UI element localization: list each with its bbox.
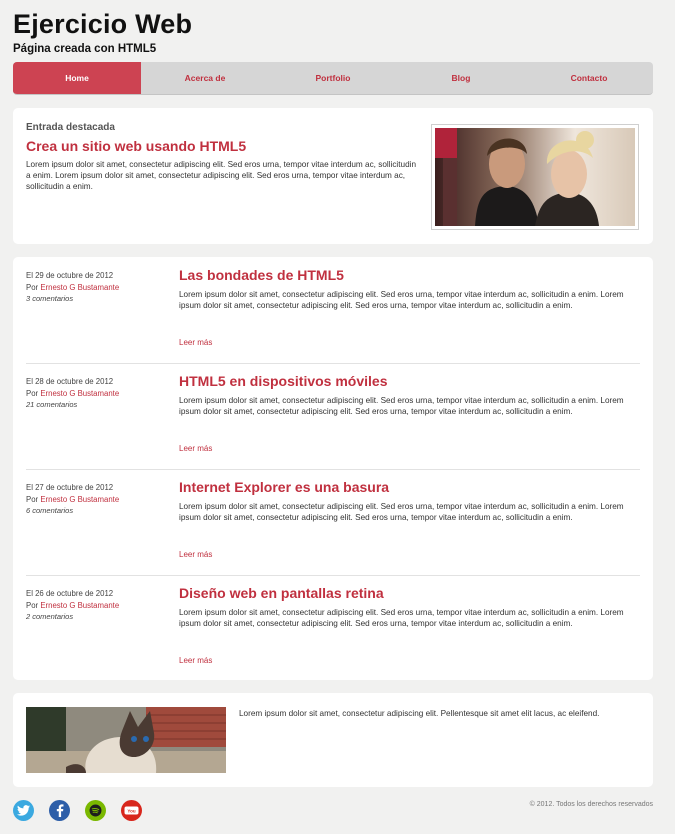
post-comments[interactable]: 21 comentarios [26,399,119,411]
cat-photo [26,707,226,773]
post-title[interactable]: Las bondades de HTML5 [179,267,344,283]
nav-item-contacto[interactable]: Contacto [525,62,653,94]
bottom-text: Lorem ipsum dolor sit amet, consectetur … [239,709,600,718]
featured-text: Lorem ipsum dolor sit amet, consectetur … [26,160,416,192]
post-item: El 27 de octubre de 2012 Por Ernesto G B… [13,469,653,575]
posts-list: El 29 de octubre de 2012 Por Ernesto G B… [13,257,653,680]
post-date: El 26 de octubre de 2012 [26,589,114,598]
post-byline: Por Ernesto G Bustamante [26,600,119,612]
copyright-text: © 2012. Todos los derechos reservados [529,801,653,808]
main-nav: Home Acerca de Portfolio Blog Contacto [13,62,653,95]
site-title: Ejercicio Web [13,9,193,39]
nav-item-acerca-de[interactable]: Acerca de [141,62,269,94]
post-author-prefix: Por [26,600,41,610]
read-more-link[interactable]: Leer más [179,338,212,347]
post-title[interactable]: HTML5 en dispositivos móviles [179,373,388,389]
read-more-link[interactable]: Leer más [179,656,212,665]
post-title[interactable]: Internet Explorer es una basura [179,479,389,495]
bottom-feature: Lorem ipsum dolor sit amet, consectetur … [13,693,653,787]
nav-item-portfolio[interactable]: Portfolio [269,62,397,94]
post-title[interactable]: Diseño web en pantallas retina [179,585,384,601]
post-comments[interactable]: 2 comentarios [26,611,119,623]
featured-entry: Entrada destacada Crea un sitio web usan… [13,108,653,244]
post-comments[interactable]: 3 comentarios [26,293,119,305]
post-author-link[interactable]: Ernesto G Bustamante [40,601,119,610]
post-text: Lorem ipsum dolor sit amet, consectetur … [179,290,624,311]
post-byline: Por Ernesto G Bustamante [26,388,119,400]
featured-photo [435,128,635,226]
post-item: El 28 de octubre de 2012 Por Ernesto G B… [13,363,653,469]
nav-item-blog[interactable]: Blog [397,62,525,94]
post-meta: El 28 de octubre de 2012 Por Ernesto G B… [26,376,119,411]
post-date: El 28 de octubre de 2012 [26,377,114,386]
post-item: El 29 de octubre de 2012 Por Ernesto G B… [13,257,653,363]
post-text: Lorem ipsum dolor sit amet, consectetur … [179,396,624,417]
cat-image [26,707,226,773]
post-text: Lorem ipsum dolor sit amet, consectetur … [179,608,624,629]
post-comments[interactable]: 6 comentarios [26,505,119,517]
post-meta: El 26 de octubre de 2012 Por Ernesto G B… [26,588,119,623]
social-links: You [13,800,142,821]
post-date: El 29 de octubre de 2012 [26,271,114,280]
post-meta: El 27 de octubre de 2012 Por Ernesto G B… [26,482,119,517]
post-author-prefix: Por [26,282,41,292]
site-subtitle: Página creada con HTML5 [13,43,157,55]
post-byline: Por Ernesto G Bustamante [26,494,119,506]
site-header: Ejercicio Web Página creada con HTML5 [13,7,192,55]
facebook-icon[interactable] [49,800,70,821]
featured-title[interactable]: Crea un sitio web usando HTML5 [26,138,246,154]
post-text: Lorem ipsum dolor sit amet, consectetur … [179,502,624,523]
spotify-icon[interactable] [85,800,106,821]
post-author-prefix: Por [26,388,41,398]
post-author-link[interactable]: Ernesto G Bustamante [40,389,119,398]
post-author-link[interactable]: Ernesto G Bustamante [40,283,119,292]
post-author-prefix: Por [26,494,41,504]
read-more-link[interactable]: Leer más [179,550,212,559]
post-date: El 27 de octubre de 2012 [26,483,114,492]
post-byline: Por Ernesto G Bustamante [26,282,119,294]
youtube-icon[interactable]: You [121,800,142,821]
post-meta: El 29 de octubre de 2012 Por Ernesto G B… [26,270,119,305]
svg-text:You: You [127,809,135,814]
post-author-link[interactable]: Ernesto G Bustamante [40,495,119,504]
featured-label: Entrada destacada [26,122,115,133]
post-item: El 26 de octubre de 2012 Por Ernesto G B… [13,575,653,681]
featured-image [431,124,639,230]
nav-item-home[interactable]: Home [13,62,141,94]
twitter-icon[interactable] [13,800,34,821]
read-more-link[interactable]: Leer más [179,444,212,453]
